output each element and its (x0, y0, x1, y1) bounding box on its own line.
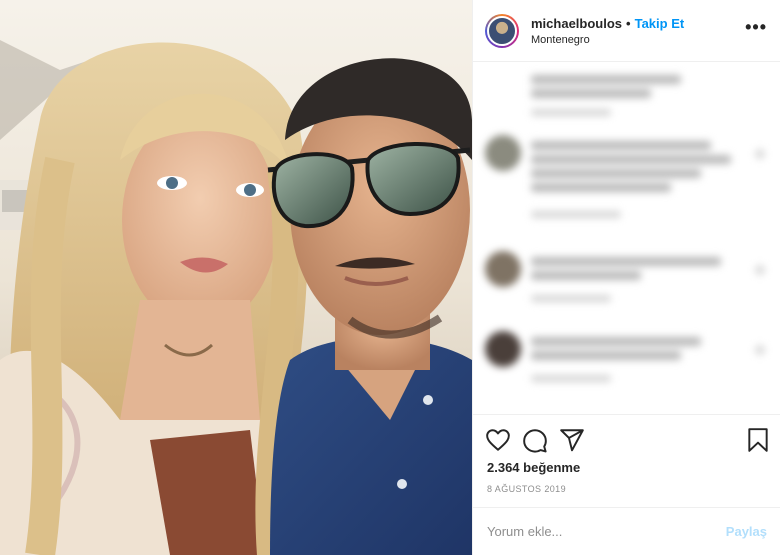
avatar-image (487, 15, 517, 46)
post-location[interactable]: Montenegro (531, 34, 684, 46)
likes-count[interactable]: 2.364 beğenme (487, 460, 580, 475)
post-photo[interactable] (0, 0, 472, 555)
more-options-icon[interactable]: ••• (745, 18, 767, 36)
comment-input[interactable] (487, 524, 726, 539)
follow-button[interactable]: Takip Et (635, 16, 685, 31)
paper-plane-icon[interactable] (559, 427, 585, 453)
post-date[interactable]: 8 AĞUSTOS 2019 (487, 484, 566, 494)
author-info: michaelboulos • Takip Et Montenegro (531, 16, 684, 46)
comments-list (473, 63, 780, 413)
author-line: michaelboulos • Takip Et (531, 16, 684, 31)
post-comment-button[interactable]: Paylaş (726, 524, 767, 539)
author-avatar[interactable] (485, 13, 519, 48)
comment-item (485, 135, 765, 235)
author-username[interactable]: michaelboulos (531, 16, 622, 31)
selfie-image (0, 0, 472, 555)
bookmark-icon[interactable] (745, 427, 771, 453)
comment-icon[interactable] (522, 427, 548, 453)
separator-dot: • (626, 15, 631, 31)
heart-icon[interactable] (485, 427, 511, 453)
comment-item (485, 69, 765, 119)
add-comment-bar: Paylaş (473, 507, 780, 555)
comment-item (485, 331, 765, 401)
post-actions: 2.364 beğenme 8 AĞUSTOS 2019 (473, 414, 780, 514)
post-header: michaelboulos • Takip Et Montenegro ••• (473, 0, 780, 62)
post-side-panel: michaelboulos • Takip Et Montenegro ••• (472, 0, 780, 555)
comment-item (485, 251, 765, 311)
